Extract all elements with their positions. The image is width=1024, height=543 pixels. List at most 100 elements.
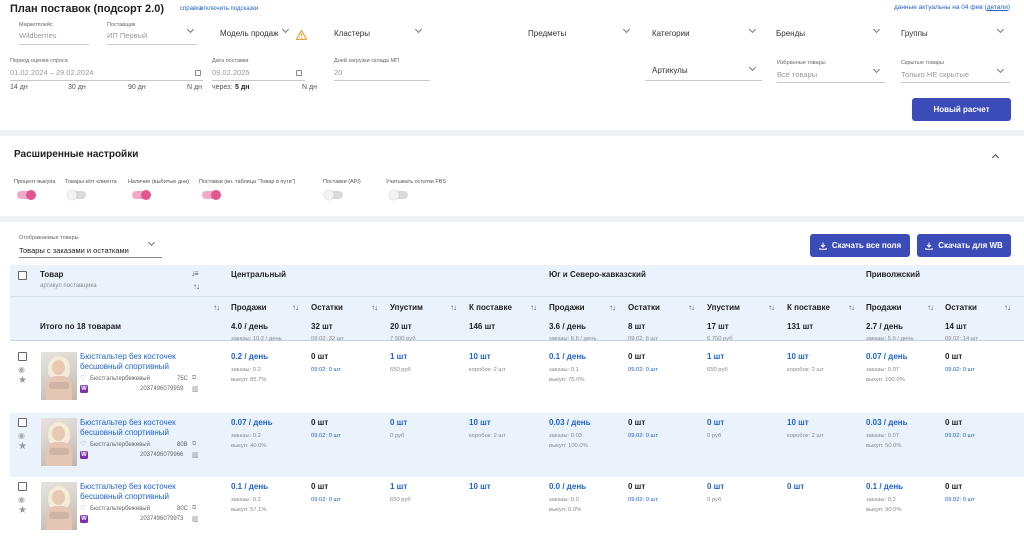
sort-icon[interactable]: ↑↓: [450, 303, 457, 312]
sort-icon[interactable]: ↑↓: [292, 303, 299, 312]
sort-icon[interactable]: ↑↓: [609, 303, 616, 312]
toggle-fbs-stock[interactable]: [389, 190, 408, 200]
toggle-availability[interactable]: [132, 190, 151, 200]
barcode-icon[interactable]: ▥: [192, 385, 199, 393]
copy-icon[interactable]: ⧉: [192, 375, 196, 382]
sort-icon[interactable]: ↑↓: [213, 303, 220, 312]
period-preset-14[interactable]: 14 дн: [10, 84, 28, 91]
product-column-header: Товар: [40, 270, 64, 279]
cell-subvalue[interactable]: 09.02: 0 шт: [311, 367, 341, 373]
cell-value[interactable]: 0.03 / день: [549, 418, 591, 427]
download-for-wb-button[interactable]: Скачать для WB: [917, 234, 1011, 257]
cell-value[interactable]: 10 шт: [787, 418, 809, 427]
help-link[interactable]: справка: [180, 6, 202, 12]
sort-icon[interactable]: ↑↓: [927, 303, 934, 312]
cell-value[interactable]: 0.1 / день: [549, 352, 586, 361]
totals-value: 131 шт: [787, 322, 814, 331]
cell-subvalue[interactable]: 09.02: 0 шт: [628, 433, 658, 439]
cell-subvalue[interactable]: 09.02: 0 шт: [311, 497, 341, 503]
totals-subvalue: заказы: 5.6 / день: [866, 336, 914, 342]
cell-value[interactable]: 0.1 / день: [866, 482, 903, 491]
cell-subvalue[interactable]: 09.02: 0 шт: [311, 433, 341, 439]
cell-subvalue: коробок: 2 шт: [469, 433, 506, 439]
chevron-down-icon: [147, 238, 156, 247]
cell-value[interactable]: 10 шт: [787, 352, 809, 361]
barcode-icon[interactable]: ▥: [192, 515, 199, 523]
row-checkbox[interactable]: [18, 418, 27, 427]
sort-icon[interactable]: ↓≡: [191, 269, 199, 278]
row-checkbox[interactable]: [18, 352, 27, 361]
cell-value[interactable]: 0.07 / день: [866, 352, 908, 361]
cell-value[interactable]: 1 шт: [707, 352, 724, 361]
cell-subvalue[interactable]: 09.02: 0 шт: [945, 367, 975, 373]
sort-icon[interactable]: ↑↓: [530, 303, 537, 312]
new-calculation-button[interactable]: Новый расчет: [912, 98, 1011, 121]
star-icon[interactable]: ★: [18, 505, 27, 516]
toggle-supplies-api[interactable]: [324, 190, 343, 200]
cell-value[interactable]: 0 шт: [787, 482, 804, 491]
cell-value[interactable]: 0.03 / день: [866, 418, 908, 427]
cell-value[interactable]: 0 шт: [707, 418, 724, 427]
cell-value: 0 шт: [945, 352, 963, 361]
toggle-supplies-table[interactable]: [202, 190, 221, 200]
cell-value[interactable]: 0.07 / день: [231, 418, 273, 427]
period-preset-n[interactable]: N дн: [187, 84, 202, 91]
copy-icon[interactable]: ⧉: [192, 441, 196, 448]
cell-subvalue[interactable]: 09.02: 0 шт: [628, 497, 658, 503]
product-name-link[interactable]: Бюстгальтер без косточек бесшовный спорт…: [80, 482, 200, 502]
cell-subvalue: выкуп: 75.0%: [549, 377, 585, 383]
cell-value[interactable]: 0 шт: [390, 418, 407, 427]
cell-value[interactable]: 1 шт: [390, 352, 407, 361]
cell-subvalue[interactable]: 09.02: 0 шт: [945, 497, 975, 503]
star-icon[interactable]: ★: [18, 441, 27, 452]
cell-value[interactable]: 10 шт: [469, 352, 491, 361]
cell-subvalue: выкуп: 57.1%: [231, 507, 267, 513]
cell-value[interactable]: 10 шт: [469, 418, 491, 427]
cell-value[interactable]: 0.0 / день: [549, 482, 586, 491]
sort-icon[interactable]: ↑↓: [193, 282, 200, 291]
sort-icon[interactable]: ↑↓: [1004, 303, 1011, 312]
product-name-link[interactable]: Бюстгальтер без косточек бесшовный спорт…: [80, 352, 200, 372]
cell-value[interactable]: 0 шт: [707, 482, 724, 491]
sort-icon[interactable]: ↑↓: [371, 303, 378, 312]
details-link[interactable]: детали: [987, 4, 1008, 11]
chevron-up-icon[interactable]: [991, 153, 1000, 162]
cell-value[interactable]: 10 шт: [469, 482, 491, 491]
filters-panel: План поставок (подсорт 2.0) справка откл…: [0, 0, 1024, 130]
cell-subvalue[interactable]: 09.02: 0 шт: [945, 433, 975, 439]
star-icon[interactable]: ★: [18, 375, 27, 386]
delivery-in-days[interactable]: 5 дн: [235, 84, 250, 91]
eye-icon[interactable]: ◉: [18, 495, 25, 504]
product-thumbnail[interactable]: [41, 482, 77, 530]
hints-toggle-link[interactable]: отключить подсказки: [200, 6, 258, 12]
download-all-fields-button[interactable]: Скачать все поля: [810, 234, 910, 257]
product-color: Бюстгальтербежевый: [90, 442, 150, 448]
sort-icon[interactable]: ↑↓: [848, 303, 855, 312]
copy-icon[interactable]: ⧉: [192, 505, 196, 512]
product-thumbnail[interactable]: [41, 418, 77, 466]
delivery-n-days[interactable]: N дн: [302, 84, 317, 91]
product-thumbnail[interactable]: [41, 352, 77, 400]
wb-logo-icon[interactable]: W: [80, 515, 88, 523]
wb-logo-icon[interactable]: W: [80, 385, 88, 393]
sort-icon[interactable]: ↑↓: [688, 303, 695, 312]
cell-subvalue[interactable]: 09.02: 0 шт: [628, 367, 658, 373]
select-all-checkbox[interactable]: [18, 271, 27, 280]
chevron-down-icon: [748, 25, 757, 34]
toggle-buyout-percent[interactable]: [17, 190, 36, 200]
wb-logo-icon[interactable]: W: [80, 451, 88, 459]
barcode-icon[interactable]: ▥: [192, 451, 199, 459]
cell-value[interactable]: 0.1 / день: [231, 482, 268, 491]
toggle-client-goods[interactable]: [67, 190, 86, 200]
cell-value[interactable]: 1 шт: [390, 482, 407, 491]
period-preset-30[interactable]: 30 дн: [68, 84, 86, 91]
eye-icon[interactable]: ◉: [18, 431, 25, 440]
row-checkbox[interactable]: [18, 482, 27, 491]
cell-value: 0 шт: [945, 418, 963, 427]
cell-value[interactable]: 0.2 / день: [231, 352, 268, 361]
sort-icon[interactable]: ↑↓: [768, 303, 775, 312]
eye-icon[interactable]: ◉: [18, 365, 25, 374]
product-name-link[interactable]: Бюстгальтер без косточек бесшовный спорт…: [80, 418, 200, 438]
cell-subvalue: коробок: 2 шт: [787, 433, 824, 439]
period-preset-90[interactable]: 90 дн: [128, 84, 146, 91]
